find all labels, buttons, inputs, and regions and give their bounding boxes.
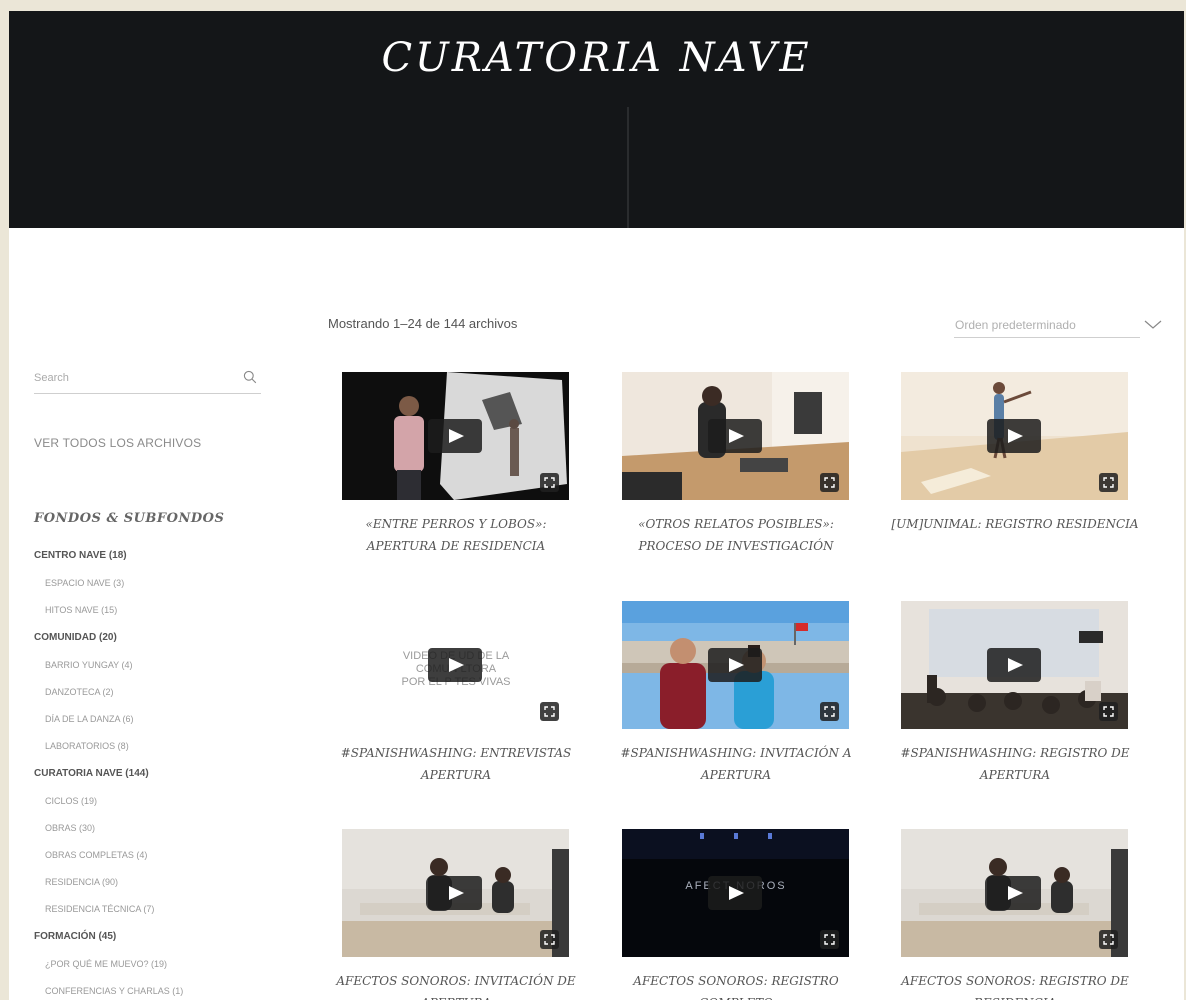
- search-underline: [34, 393, 261, 394]
- category-item[interactable]: HITOS NAVE (15): [34, 601, 294, 628]
- category-item[interactable]: CURATORIA NAVE (144): [34, 765, 294, 792]
- video-thumbnail[interactable]: [622, 372, 849, 500]
- play-button[interactable]: [708, 876, 762, 910]
- product-title[interactable]: #SPANISHWASHING: INVITACIÓN A APERTURA: [610, 742, 862, 786]
- category-list: CENTRO NAVE (18) ESPACIO NAVE (3) HITOS …: [34, 547, 294, 1000]
- product-title[interactable]: AFECTOS SONOROS: REGISTRO DE RESIDENCIA: [889, 970, 1141, 1000]
- play-button[interactable]: [708, 648, 762, 682]
- category-item[interactable]: DANZOTECA (2): [34, 683, 294, 710]
- play-button[interactable]: [987, 876, 1041, 910]
- orderby-selected-value: Orden predeterminado: [955, 318, 1076, 332]
- play-button[interactable]: [708, 419, 762, 453]
- category-item[interactable]: BARRIO YUNGAY (4): [34, 656, 294, 683]
- category-item[interactable]: ESPACIO NAVE (3): [34, 574, 294, 601]
- product-title[interactable]: AFECTOS SONOROS: REGISTRO COMPLETO: [610, 970, 862, 1000]
- expand-icon[interactable]: [540, 930, 559, 949]
- product-title[interactable]: #SPANISHWASHING: ENTREVISTAS APERTURA: [330, 742, 582, 786]
- video-thumbnail[interactable]: [342, 829, 569, 957]
- search-form: [34, 367, 261, 395]
- category-item[interactable]: COMUNIDAD (20): [34, 629, 294, 656]
- product-title[interactable]: AFECTOS SONOROS: INVITACIÓN DE APERTURA: [330, 970, 582, 1000]
- product-title[interactable]: #SPANISHWASHING: REGISTRO DE APERTURA: [889, 742, 1141, 786]
- product-title[interactable]: [UM]UNIMAL: REGISTRO RESIDENCIA: [889, 513, 1141, 535]
- video-thumbnail[interactable]: [901, 601, 1128, 729]
- expand-icon[interactable]: [540, 473, 559, 492]
- expand-icon[interactable]: [1099, 473, 1118, 492]
- play-button[interactable]: [428, 419, 482, 453]
- play-button[interactable]: [428, 648, 482, 682]
- video-thumbnail[interactable]: [342, 372, 569, 500]
- category-item[interactable]: OBRAS (30): [34, 819, 294, 846]
- category-item[interactable]: ¿POR QUÉ ME MUEVO? (19): [34, 955, 294, 982]
- category-item[interactable]: RESIDENCIA TÉCNICA (7): [34, 900, 294, 927]
- category-item[interactable]: OBRAS COMPLETAS (4): [34, 846, 294, 873]
- orderby-underline: [954, 337, 1140, 338]
- expand-icon[interactable]: [1099, 930, 1118, 949]
- view-all-archives-link[interactable]: VER TODOS LOS ARCHIVOS: [34, 436, 201, 450]
- expand-icon[interactable]: [820, 702, 839, 721]
- video-thumbnail[interactable]: [622, 601, 849, 729]
- play-button[interactable]: [987, 419, 1041, 453]
- category-item[interactable]: CONFERENCIAS Y CHARLAS (1): [34, 982, 294, 1000]
- chevron-down-icon[interactable]: [1144, 319, 1162, 331]
- product-title[interactable]: «OTROS RELATOS POSIBLES»: PROCESO DE INV…: [610, 513, 862, 557]
- page: CURATORIA NAVE Mostrando 1–24 de 144 arc…: [9, 11, 1184, 1000]
- video-thumbnail[interactable]: [901, 829, 1128, 957]
- category-item[interactable]: DÍA DE LA DANZA (6): [34, 710, 294, 737]
- product-title[interactable]: «ENTRE PERROS Y LOBOS»: APERTURA DE RESI…: [330, 513, 582, 557]
- hero-banner: CURATORIA NAVE: [9, 11, 1184, 228]
- search-input[interactable]: [34, 367, 234, 389]
- expand-icon[interactable]: [1099, 702, 1118, 721]
- search-icon[interactable]: [243, 370, 257, 384]
- orderby-select[interactable]: Orden predeterminado: [954, 315, 1174, 339]
- expand-icon[interactable]: [540, 702, 559, 721]
- expand-icon[interactable]: [820, 473, 839, 492]
- play-button[interactable]: [428, 876, 482, 910]
- hero-seam: [627, 107, 629, 228]
- expand-icon[interactable]: [820, 930, 839, 949]
- category-item[interactable]: CICLOS (19): [34, 792, 294, 819]
- play-button[interactable]: [987, 648, 1041, 682]
- result-count: Mostrando 1–24 de 144 archivos: [328, 316, 518, 331]
- fondos-heading: FONDOS & SUBFONDOS: [34, 511, 225, 526]
- category-item[interactable]: RESIDENCIA (90): [34, 873, 294, 900]
- video-thumbnail[interactable]: VIDEO DE UD DE LA COMUN LTORA POR EL P T…: [342, 601, 569, 729]
- video-thumbnail[interactable]: [901, 372, 1128, 500]
- category-item[interactable]: FORMACIÓN (45): [34, 928, 294, 955]
- video-thumbnail[interactable]: AFECT NOROS: [622, 829, 849, 957]
- site-title: CURATORIA NAVE: [381, 35, 812, 81]
- category-item[interactable]: CENTRO NAVE (18): [34, 547, 294, 574]
- category-item[interactable]: LABORATORIOS (8): [34, 737, 294, 764]
